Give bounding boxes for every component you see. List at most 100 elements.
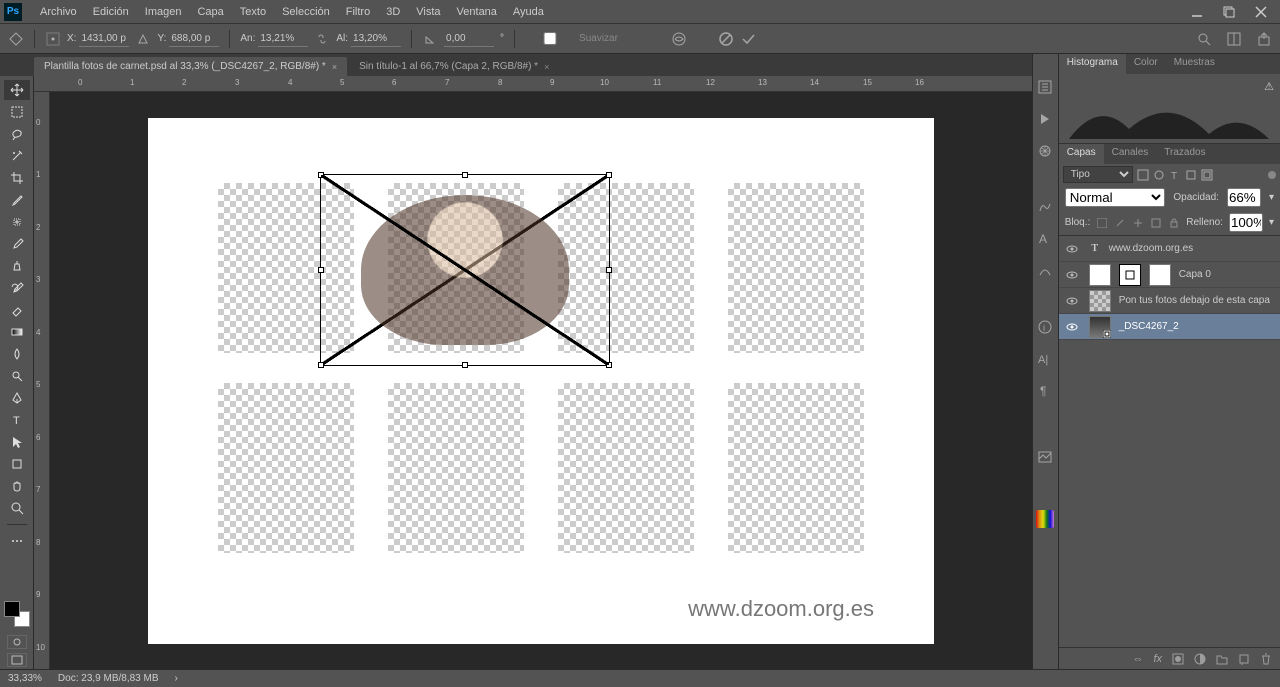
y-input[interactable] bbox=[169, 31, 219, 47]
transform-handle-e[interactable] bbox=[606, 267, 612, 273]
lock-paint-icon[interactable] bbox=[1114, 217, 1126, 229]
transform-frame[interactable] bbox=[320, 174, 610, 366]
menu-seleccion[interactable]: Selección bbox=[274, 2, 338, 22]
fill-dropdown-icon[interactable]: ▾ bbox=[1269, 217, 1274, 228]
transform-handle-s[interactable] bbox=[462, 362, 468, 368]
layer-filter-type[interactable]: Tipo bbox=[1063, 166, 1133, 183]
zoom-tool[interactable] bbox=[4, 498, 30, 518]
tab-close-icon[interactable]: × bbox=[544, 62, 549, 72]
filter-type-icon[interactable]: T bbox=[1169, 169, 1181, 181]
color-swatches[interactable] bbox=[4, 601, 30, 627]
adjustments-panel-icon[interactable] bbox=[1036, 142, 1054, 160]
layer-thumbnail[interactable] bbox=[1089, 290, 1111, 312]
link-layers-icon[interactable]: ⇔ bbox=[1132, 653, 1143, 665]
menu-filtro[interactable]: Filtro bbox=[338, 2, 378, 22]
h-input[interactable] bbox=[351, 31, 401, 47]
opacity-input[interactable] bbox=[1227, 188, 1261, 207]
w-input[interactable] bbox=[258, 31, 308, 47]
lock-position-icon[interactable] bbox=[1132, 217, 1144, 229]
pen-tool[interactable] bbox=[4, 388, 30, 408]
filter-adjust-icon[interactable] bbox=[1153, 169, 1165, 181]
document-info[interactable]: Doc: 23,9 MB/8,83 MB bbox=[58, 673, 159, 684]
crop-tool[interactable] bbox=[4, 168, 30, 188]
menu-ventana[interactable]: Ventana bbox=[449, 2, 505, 22]
move-tool[interactable] bbox=[4, 80, 30, 100]
reference-point-icon[interactable] bbox=[45, 31, 61, 47]
menu-vista[interactable]: Vista bbox=[408, 2, 448, 22]
tab-trazados[interactable]: Trazados bbox=[1156, 144, 1213, 164]
info-panel-icon[interactable]: i bbox=[1036, 318, 1054, 336]
layer-thumbnail[interactable] bbox=[1089, 264, 1111, 286]
layer-row-smart-selected[interactable]: _DSC4267_2 bbox=[1059, 314, 1280, 340]
menu-archivo[interactable]: Archivo bbox=[32, 2, 85, 22]
clone-stamp-tool[interactable] bbox=[4, 256, 30, 276]
lock-artboard-icon[interactable] bbox=[1150, 217, 1162, 229]
library-panel-icon[interactable] bbox=[1036, 448, 1054, 466]
tk-panel-icon[interactable] bbox=[1036, 510, 1054, 528]
menu-imagen[interactable]: Imagen bbox=[137, 2, 190, 22]
visibility-toggle[interactable] bbox=[1059, 294, 1085, 308]
hand-tool[interactable] bbox=[4, 476, 30, 496]
layer-grid-thumbnail[interactable] bbox=[1149, 264, 1171, 286]
status-chevron-icon[interactable]: › bbox=[175, 673, 178, 684]
lock-all-icon[interactable] bbox=[1168, 217, 1180, 229]
shape-tool[interactable] bbox=[4, 454, 30, 474]
tab-document-1[interactable]: Plantilla fotos de carnet.psd al 33,3% (… bbox=[34, 57, 347, 76]
layer-mask-thumbnail[interactable] bbox=[1119, 264, 1141, 286]
tab-close-icon[interactable]: × bbox=[332, 62, 337, 72]
close-icon[interactable] bbox=[1254, 5, 1268, 19]
gradient-tool[interactable] bbox=[4, 322, 30, 342]
visibility-toggle[interactable] bbox=[1059, 320, 1085, 334]
visibility-toggle[interactable] bbox=[1059, 242, 1085, 256]
dodge-tool[interactable] bbox=[4, 366, 30, 386]
character-panel-icon[interactable]: A bbox=[1036, 230, 1054, 248]
smooth-checkbox[interactable] bbox=[525, 32, 575, 45]
transform-handle-nw[interactable] bbox=[318, 172, 324, 178]
lasso-tool[interactable] bbox=[4, 124, 30, 144]
adjustment-layer-icon[interactable] bbox=[1194, 653, 1206, 665]
angle-icon[interactable] bbox=[422, 31, 438, 47]
marquee-tool[interactable] bbox=[4, 102, 30, 122]
search-icon[interactable] bbox=[1196, 31, 1212, 47]
eraser-tool[interactable] bbox=[4, 300, 30, 320]
warp-icon[interactable] bbox=[670, 31, 686, 47]
transform-handle-n[interactable] bbox=[462, 172, 468, 178]
delta-icon[interactable] bbox=[135, 31, 151, 47]
path-selection-tool[interactable] bbox=[4, 432, 30, 452]
cancel-transform-icon[interactable] bbox=[718, 31, 734, 47]
transform-handle-w[interactable] bbox=[318, 267, 324, 273]
history-panel-icon[interactable] bbox=[1036, 78, 1054, 96]
transform-tool-icon[interactable] bbox=[8, 31, 24, 47]
eyedropper-tool[interactable] bbox=[4, 190, 30, 210]
brushes-panel-icon[interactable] bbox=[1036, 262, 1054, 280]
menu-capa[interactable]: Capa bbox=[189, 2, 231, 22]
foreground-color[interactable] bbox=[4, 601, 20, 617]
visibility-toggle[interactable] bbox=[1059, 268, 1085, 282]
opacity-dropdown-icon[interactable]: ▾ bbox=[1269, 192, 1274, 203]
layer-mask-icon[interactable] bbox=[1172, 653, 1184, 665]
lock-transparency-icon[interactable] bbox=[1096, 217, 1108, 229]
type-tool[interactable]: T bbox=[4, 410, 30, 430]
menu-3d[interactable]: 3D bbox=[378, 2, 408, 22]
new-group-icon[interactable] bbox=[1216, 653, 1228, 665]
layer-thumbnail[interactable] bbox=[1089, 316, 1111, 338]
workspace-icon[interactable] bbox=[1226, 31, 1242, 47]
maximize-icon[interactable] bbox=[1222, 5, 1236, 19]
link-wh-icon[interactable] bbox=[314, 31, 330, 47]
screenmode-toggle[interactable] bbox=[7, 653, 27, 667]
transform-handle-sw[interactable] bbox=[318, 362, 324, 368]
zoom-level[interactable]: 33,33% bbox=[8, 673, 42, 684]
blend-mode-select[interactable]: Normal bbox=[1065, 188, 1166, 207]
tab-color[interactable]: Color bbox=[1126, 54, 1166, 74]
tab-muestras[interactable]: Muestras bbox=[1166, 54, 1223, 74]
menu-edicion[interactable]: Edición bbox=[85, 2, 137, 22]
quickmask-toggle[interactable] bbox=[7, 635, 27, 649]
tab-capas[interactable]: Capas bbox=[1059, 144, 1104, 164]
x-input[interactable] bbox=[79, 31, 129, 47]
layer-row-text[interactable]: T www.dzoom.org.es bbox=[1059, 236, 1280, 262]
artboard[interactable]: www.dzoom.org.es bbox=[148, 118, 934, 644]
paragraph-panel-icon[interactable]: ¶ bbox=[1036, 382, 1054, 400]
brush-tool[interactable] bbox=[4, 234, 30, 254]
transform-handle-ne[interactable] bbox=[606, 172, 612, 178]
tab-canales[interactable]: Canales bbox=[1104, 144, 1157, 164]
